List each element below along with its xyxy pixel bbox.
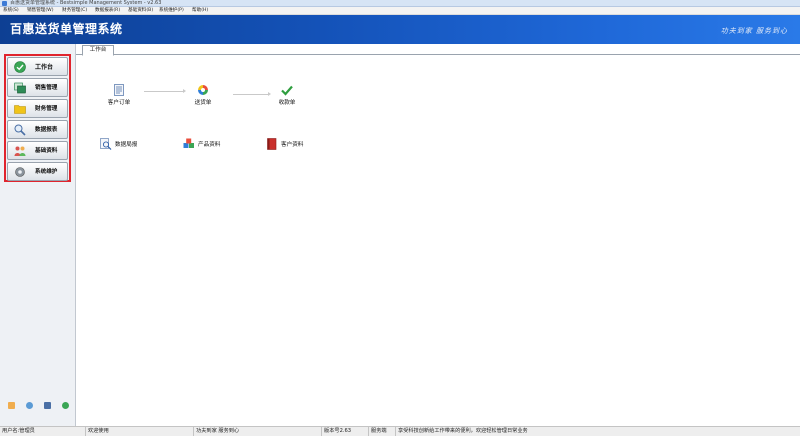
sidebar: 工作台 销售管理 财务管理 数据报表 基础资料 系统维护 (0, 44, 76, 426)
red-book-icon (267, 138, 277, 150)
status-welcome: 欢迎使用 (86, 427, 194, 436)
up-arrow-icon[interactable] (62, 402, 69, 409)
home-icon[interactable] (8, 402, 15, 409)
menu-help[interactable]: 帮助(H) (192, 7, 208, 15)
info-icon[interactable] (26, 402, 33, 409)
menu-reports[interactable]: 数据报表(R) (95, 7, 120, 15)
quick-link-label: 客户资料 (281, 142, 304, 148)
window-title: 百惠送货单管理系统 - Bestsimple Management System… (10, 0, 162, 6)
status-version: 版本号2.63 (322, 427, 369, 436)
slogan: 功夫到家 服务到心 (720, 27, 788, 35)
menu-sales[interactable]: 销售管理(W) (27, 7, 54, 15)
flow-arrow (144, 89, 186, 93)
status-bar: 用户名:管理员 欢迎使用 功夫到家 服务到心 版本号2.63 服务端 享受科技创… (0, 426, 800, 436)
order-form-icon (114, 84, 124, 96)
sidebar-item-basic-data[interactable]: 基础资料 (7, 141, 68, 160)
search-icon[interactable] (44, 402, 51, 409)
sidebar-item-label: 工作台 (35, 64, 54, 71)
window-title-bar: 百惠送货单管理系统 - Bestsimple Management System… (0, 0, 800, 7)
sidebar-footer-icons (0, 402, 76, 412)
sidebar-item-label: 销售管理 (35, 85, 58, 91)
workspace: 客户订单 送货单 收款单 数据局报 产品资料 客户资料 (76, 56, 800, 426)
gear-icon (15, 167, 25, 177)
sidebar-item-maintenance[interactable]: 系统维护 (7, 162, 68, 181)
menu-maintenance[interactable]: 系统维护(P) (159, 7, 184, 15)
products-cubes-icon (183, 138, 194, 148)
menu-basic-data[interactable]: 基础资料(B) (128, 7, 153, 15)
window-stack-icon (14, 82, 26, 94)
status-message: 享受科技创新给工作带来的便利，欢迎轻松管理日常业务 (398, 428, 528, 434)
menu-system[interactable]: 系统(S) (3, 7, 19, 15)
sidebar-item-label: 基础资料 (35, 148, 58, 154)
quick-link-label: 数据局报 (115, 142, 138, 148)
workflow-label: 客户订单 (107, 100, 131, 106)
sidebar-item-finance[interactable]: 财务管理 (7, 99, 68, 118)
status-motto: 功夫到家 服务到心 (194, 427, 322, 436)
flow-arrow (233, 92, 271, 96)
workflow-delivery-note[interactable]: 送货单 (183, 84, 223, 112)
quick-link-label: 产品资料 (198, 142, 221, 148)
check-circle-icon (14, 61, 26, 73)
sidebar-item-workbench[interactable]: 工作台 (7, 57, 68, 76)
sidebar-item-label: 数据报表 (35, 127, 58, 133)
delivery-swirl-icon (198, 85, 208, 95)
folder-icon (14, 105, 26, 114)
app-icon (2, 1, 7, 6)
workflow-customer-order[interactable]: 客户订单 (99, 84, 139, 112)
green-check-icon (281, 85, 293, 96)
report-magnifier-icon (100, 138, 112, 150)
menu-bar: 系统(S) 销售管理(W) 财务管理(C) 数据报表(R) 基础资料(B) 系统… (0, 7, 800, 15)
tab-strip: 工作台 (76, 44, 800, 56)
magnifier-icon (14, 124, 26, 136)
tab-workbench[interactable]: 工作台 (82, 45, 114, 56)
workflow-label: 收款单 (278, 100, 296, 106)
header-banner: 百惠送货单管理系统 功夫到家 服务到心 (0, 15, 800, 44)
sidebar-item-label: 财务管理 (35, 106, 58, 112)
sidebar-item-reports[interactable]: 数据报表 (7, 120, 68, 139)
workflow-label: 送货单 (194, 100, 212, 106)
system-title: 百惠送货单管理系统 (10, 22, 123, 36)
sidebar-item-label: 系统维护 (35, 169, 58, 175)
status-service: 服务端 (369, 427, 396, 436)
sidebar-item-sales[interactable]: 销售管理 (7, 78, 68, 97)
workflow-receipt[interactable]: 收款单 (267, 84, 307, 112)
people-icon (14, 146, 26, 156)
menu-finance[interactable]: 财务管理(C) (62, 7, 87, 15)
status-user: 用户名:管理员 (0, 427, 86, 436)
sidebar-nav-group: 工作台 销售管理 财务管理 数据报表 基础资料 系统维护 (4, 54, 71, 182)
